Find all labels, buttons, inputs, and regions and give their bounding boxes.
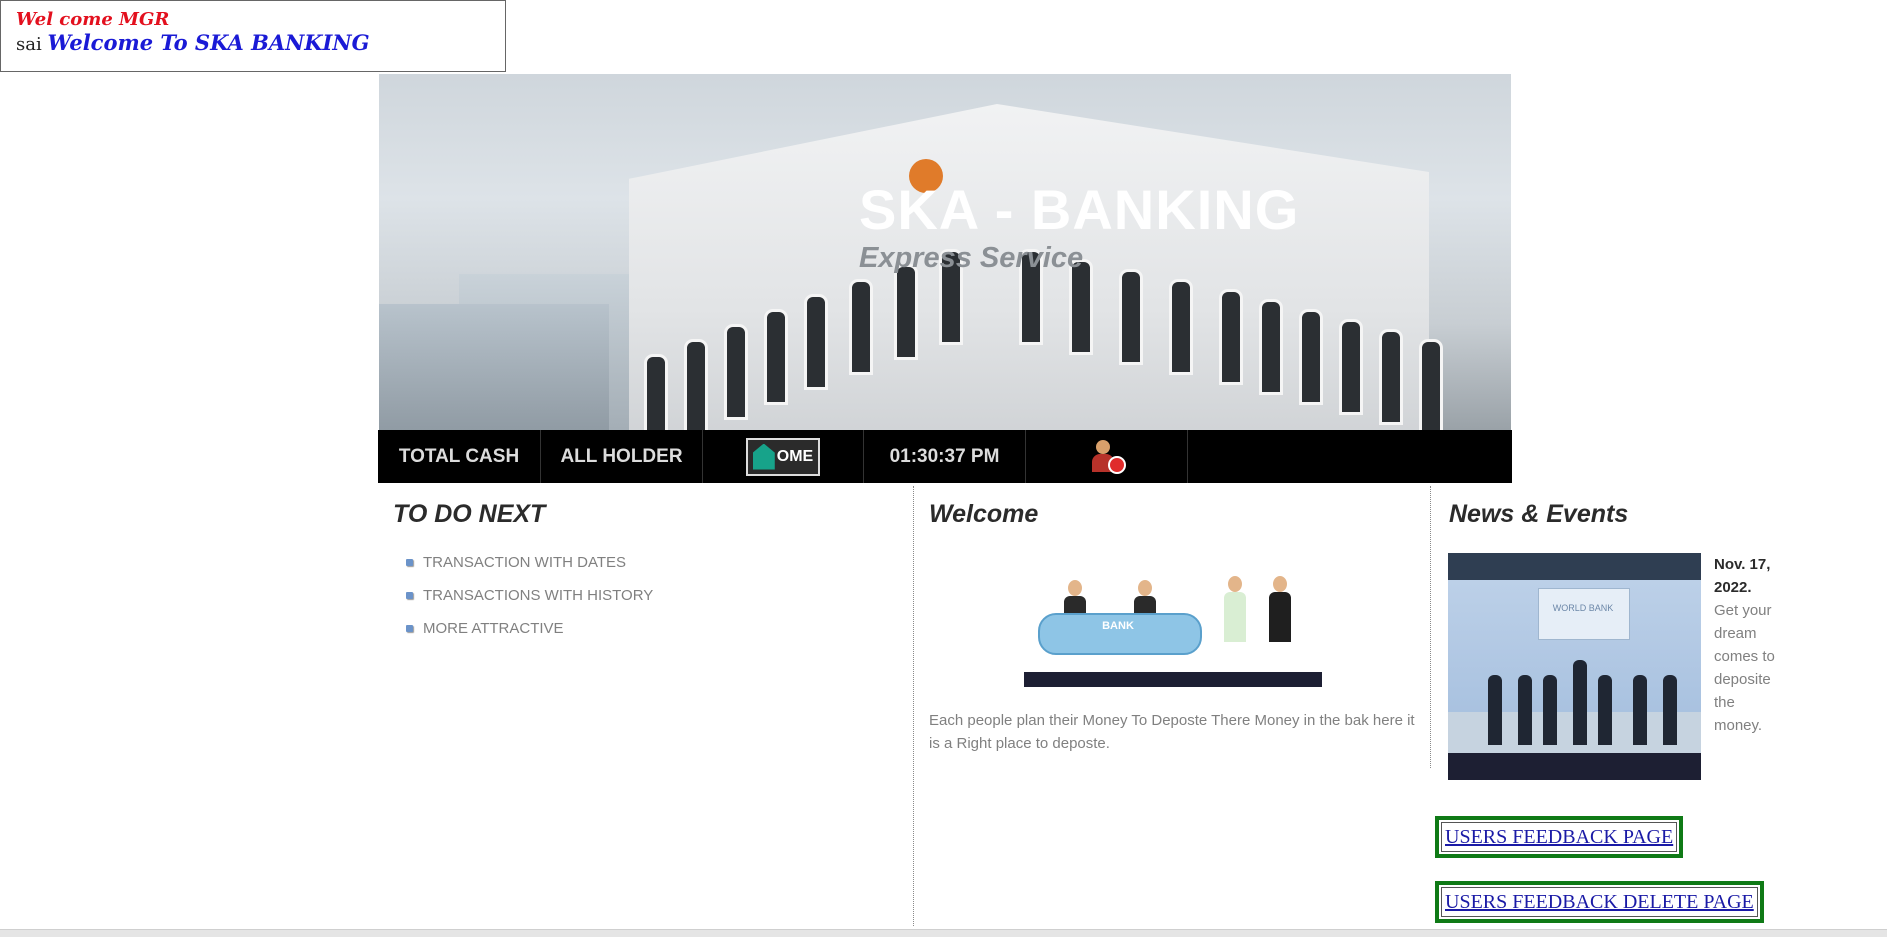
- todo-item[interactable]: TRANSACTION WITH DATES: [406, 553, 653, 586]
- todo-item-label[interactable]: TRANSACTIONS WITH HISTORY: [423, 587, 653, 604]
- customer-figure: [1269, 576, 1291, 642]
- nav-all-holder[interactable]: ALL HOLDER: [541, 430, 703, 483]
- bank-counter-label: BANK: [1102, 620, 1134, 632]
- column-divider: [913, 486, 914, 926]
- news-figure: [1573, 660, 1587, 745]
- news-image: WORLD BANK: [1448, 553, 1701, 780]
- nav-total-cash[interactable]: TOTAL CASH: [378, 430, 541, 483]
- header-banner: SKA - BANKING Express Service: [379, 74, 1511, 430]
- nav-clock: 01:30:37 PM: [864, 430, 1026, 483]
- news-image-label: WORLD BANK: [1552, 603, 1614, 613]
- todo-item[interactable]: TRANSACTIONS WITH HISTORY: [406, 586, 653, 619]
- column-divider: [1430, 486, 1431, 768]
- bullet-icon: [406, 559, 413, 566]
- home-shape: [752, 443, 775, 470]
- building-window: [644, 354, 668, 430]
- bullet-icon: [406, 625, 413, 632]
- logout-icon-arrow: [1107, 455, 1126, 474]
- bullet-icon: [406, 592, 413, 599]
- building-window: [724, 324, 748, 420]
- banner-building-left: [379, 304, 609, 430]
- todo-list: TRANSACTION WITH DATES TRANSACTIONS WITH…: [406, 553, 653, 652]
- feedback-link-box: USERS FEEDBACK PAGE: [1435, 816, 1684, 858]
- welcome-user-line: sai Welcome To SKA BANKING: [16, 31, 490, 57]
- building-window: [1259, 299, 1283, 395]
- users-feedback-link[interactable]: USERS FEEDBACK PAGE: [1441, 822, 1678, 852]
- todo-item-label[interactable]: MORE ATTRACTIVE: [423, 620, 564, 637]
- building-window: [1299, 309, 1323, 405]
- building-window: [764, 309, 788, 405]
- welcome-username: sai: [16, 34, 42, 55]
- customer-figure: [1224, 576, 1246, 642]
- news-text: Get your dream comes to deposite the mon…: [1714, 602, 1775, 734]
- welcome-heading: Welcome: [929, 500, 1039, 528]
- logout-icon-head: [1095, 439, 1110, 454]
- home-icon-label: OME: [776, 447, 814, 465]
- nav-home[interactable]: OME: [703, 430, 864, 483]
- todo-heading: TO DO NEXT: [393, 500, 546, 528]
- news-heading: News & Events: [1449, 500, 1629, 528]
- todo-item[interactable]: MORE ATTRACTIVE: [406, 619, 653, 652]
- building-window: [684, 339, 708, 430]
- building-window: [1379, 329, 1403, 425]
- news-figure: [1598, 675, 1612, 745]
- todo-item-label[interactable]: TRANSACTION WITH DATES: [423, 554, 626, 571]
- news-date: Nov. 17, 2022.: [1714, 556, 1771, 596]
- feedback-delete-link-box: USERS FEEDBACK DELETE PAGE: [1435, 881, 1764, 923]
- building-window: [1119, 269, 1143, 365]
- welcome-text: Each people plan their Money To Deposte …: [929, 712, 1415, 752]
- building-window: [1419, 339, 1443, 430]
- building-window: [849, 279, 873, 375]
- news-figure: [1633, 675, 1647, 745]
- users-feedback-delete-link[interactable]: USERS FEEDBACK DELETE PAGE: [1441, 887, 1758, 917]
- news-image-board: [1538, 588, 1630, 640]
- building-window: [1339, 319, 1363, 415]
- welcome-role: Wel come MGR: [16, 9, 170, 30]
- main-nav: TOTAL CASH ALL HOLDER OME 01:30:37 PM: [378, 430, 1512, 483]
- news-figure: [1488, 675, 1502, 745]
- nav-logout[interactable]: [1026, 430, 1188, 483]
- banner-subtitle: Express Service: [859, 242, 1084, 274]
- building-window: [1219, 289, 1243, 385]
- building-window: [894, 264, 918, 360]
- news-figure: [1543, 675, 1557, 745]
- image-credit-bar: [1024, 672, 1322, 687]
- building-window: [1169, 279, 1193, 375]
- logout-icon[interactable]: [1090, 439, 1126, 474]
- news-figure: [1663, 675, 1677, 745]
- building-window: [804, 294, 828, 390]
- welcome-box: Wel come MGR sai Welcome To SKA BANKING: [0, 0, 506, 72]
- welcome-greeting: Welcome To SKA BANKING: [47, 30, 370, 55]
- bank-illustration: BANK: [1024, 568, 1322, 687]
- home-icon[interactable]: OME: [746, 437, 820, 476]
- banner-title: SKA - BANKING: [859, 178, 1300, 241]
- news-figure: [1518, 675, 1532, 745]
